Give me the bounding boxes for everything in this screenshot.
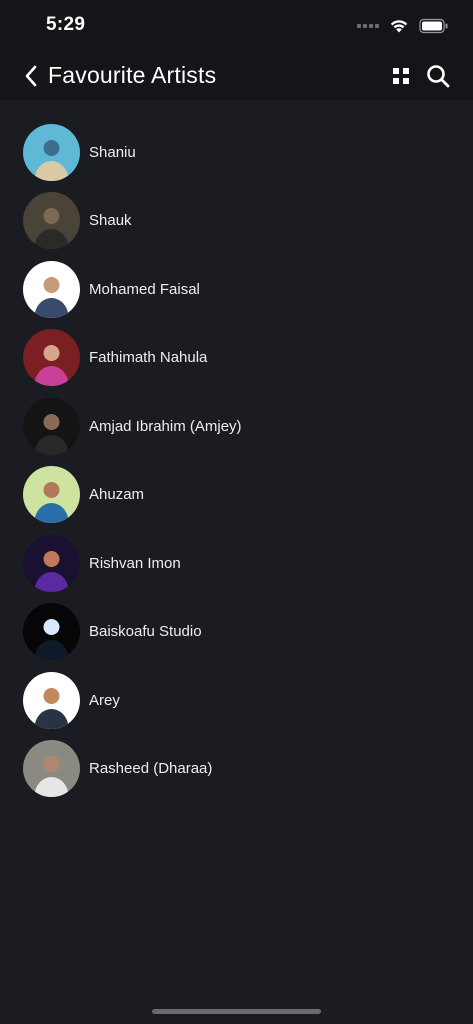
artist-photo <box>23 260 80 318</box>
chevron-left-icon <box>25 65 37 87</box>
artist-row[interactable]: Shauk <box>0 187 473 256</box>
battery-icon <box>419 18 448 34</box>
artist-avatar <box>23 123 80 181</box>
artist-avatar <box>23 740 80 798</box>
artist-name: Rishvan Imon <box>89 554 181 572</box>
artist-photo <box>23 740 80 798</box>
artist-avatar <box>23 603 80 661</box>
artist-name: Rasheed (Dharaa) <box>89 760 213 778</box>
artist-avatar <box>23 397 80 455</box>
home-indicator <box>152 1009 321 1014</box>
artist-row[interactable]: Rasheed (Dharaa) <box>0 735 473 804</box>
artist-name: Fathimath Nahula <box>89 349 208 367</box>
artist-name: Baiskoafu Studio <box>89 623 202 641</box>
artist-avatar <box>23 329 80 387</box>
artist-photo <box>23 192 80 250</box>
artist-avatar <box>23 260 80 318</box>
artist-row[interactable]: Rishvan Imon <box>0 529 473 598</box>
wifi-icon <box>390 20 408 33</box>
artist-row[interactable]: Amjad Ibrahim (Amjey) <box>0 392 473 461</box>
status-time: 5:29 <box>46 14 86 35</box>
artist-name: Mohamed Faisal <box>89 280 200 298</box>
status-icons <box>357 16 449 36</box>
grid-icon <box>393 68 409 84</box>
artist-photo <box>23 534 80 592</box>
artist-photo <box>23 603 80 661</box>
artist-name: Ahuzam <box>89 486 145 504</box>
page-title: Favourite Artists <box>48 62 217 88</box>
artist-avatar <box>23 671 80 729</box>
artist-row[interactable]: Mohamed Faisal <box>0 255 473 324</box>
search-icon <box>427 65 450 88</box>
artist-avatar <box>23 466 80 524</box>
grid-view-button[interactable] <box>390 65 412 87</box>
artist-photo <box>23 397 80 455</box>
navigation-header: Favourite Artists <box>0 52 473 100</box>
artist-row[interactable]: Fathimath Nahula <box>0 324 473 393</box>
artist-name: Shaniu <box>89 143 136 161</box>
artist-photo <box>23 466 80 524</box>
artist-row[interactable]: Arey <box>0 666 473 735</box>
artist-name: Shauk <box>89 212 132 230</box>
artist-row[interactable]: Ahuzam <box>0 461 473 530</box>
artist-name: Amjad Ibrahim (Amjey) <box>89 417 242 435</box>
artist-avatar <box>23 534 80 592</box>
back-button[interactable] <box>18 62 44 90</box>
artist-photo <box>23 123 80 181</box>
cellular-signal-icon <box>357 24 379 28</box>
artist-photo <box>23 671 80 729</box>
artist-row[interactable]: Shaniu <box>0 118 473 187</box>
artist-photo <box>23 329 80 387</box>
artist-avatar <box>23 192 80 250</box>
artist-name: Arey <box>89 691 120 709</box>
status-bar: 5:29 <box>0 0 473 52</box>
artist-list: Shaniu Shauk Mohamed Faisal Fathimath Nahul… <box>0 118 473 803</box>
artist-row[interactable]: Baiskoafu Studio <box>0 598 473 667</box>
search-button[interactable] <box>425 63 451 89</box>
